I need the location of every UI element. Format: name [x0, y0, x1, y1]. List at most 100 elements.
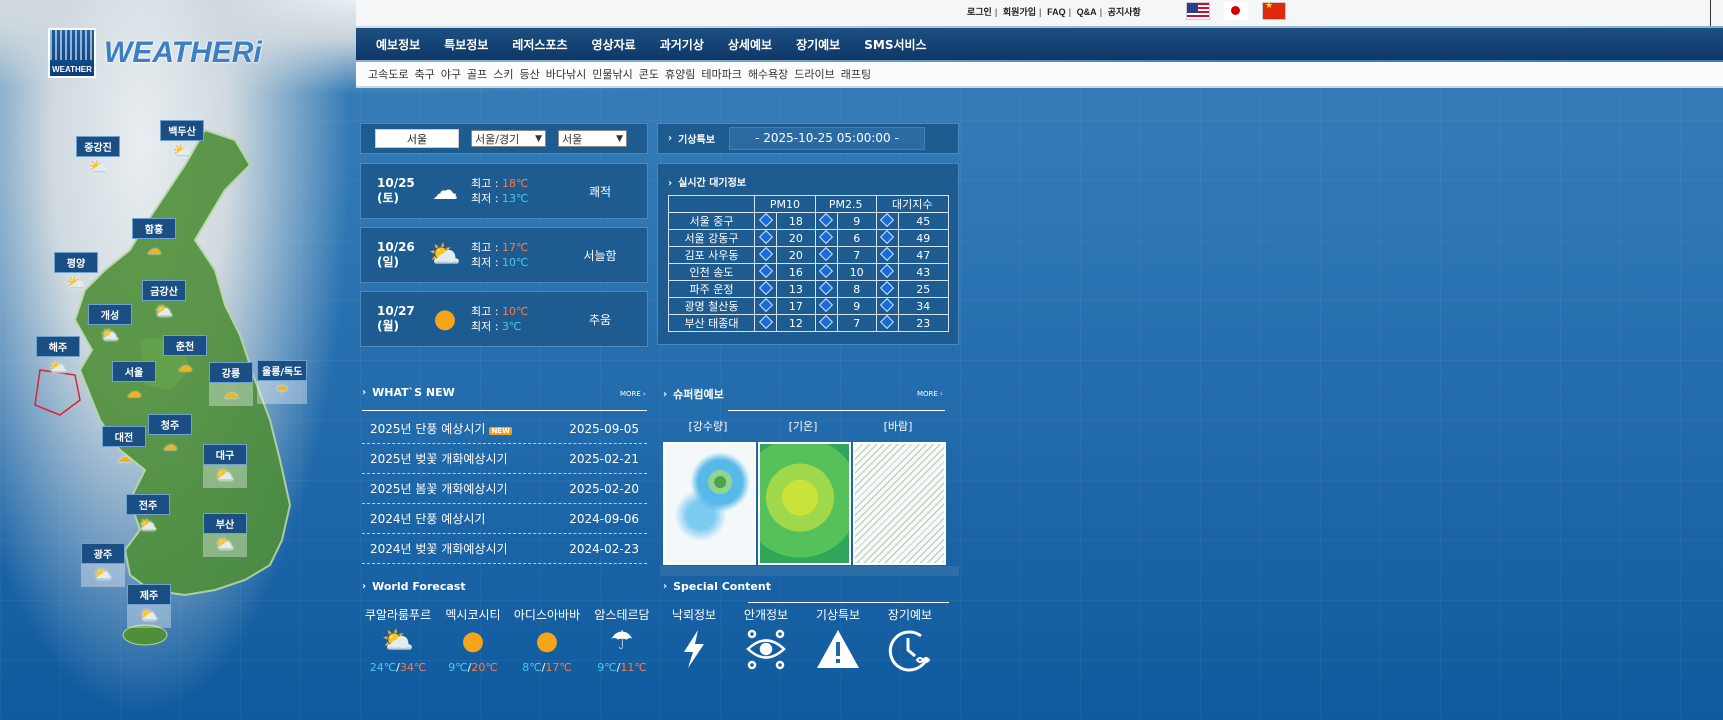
weather-alert-bar[interactable]: › 기상특보 - 2025-10-25 05:00:00 - — [657, 123, 959, 154]
world-city-name[interactable]: 아디스아바바 — [510, 606, 584, 623]
forecast-day-card[interactable]: 10/26 (일) ⛅ 최고 : 17℃ 최저 : 10℃ 서늘함 — [360, 227, 648, 283]
nav-long-term-forecast[interactable]: 장기예보 — [796, 36, 840, 53]
fog-info-label[interactable]: 안개정보 — [731, 606, 801, 623]
region-busan[interactable]: 부산 ⛅ — [203, 513, 247, 557]
divider — [748, 602, 949, 603]
login-link[interactable]: 로그인 — [964, 7, 995, 17]
us-flag-icon[interactable] — [1186, 2, 1210, 20]
air-status-icon — [758, 297, 773, 312]
forecast-date: 10/27 (월) — [377, 304, 415, 333]
list-item[interactable]: 2024년 벚꽃 개화예상시기 2024-02-23 — [362, 534, 647, 564]
region-jeju[interactable]: 제주 ⛅ — [127, 584, 171, 628]
china-flag-icon[interactable] — [1262, 2, 1286, 20]
site-logo[interactable]: WEATHER WEATHERi — [48, 28, 262, 78]
region-chuncheon[interactable]: 춘천 ☁ — [163, 335, 207, 375]
subnav-baseball[interactable]: 야구 — [441, 66, 461, 82]
region-junggangjin[interactable]: 중강진 ⛅ — [76, 136, 120, 176]
qna-link[interactable]: Q&A — [1074, 7, 1100, 17]
lightning-icon[interactable] — [659, 628, 729, 674]
nav-imagery[interactable]: 영상자료 — [592, 36, 636, 53]
table-row[interactable]: 서울 강동구 20 6 49 — [668, 229, 950, 247]
signup-link[interactable]: 회원가입 — [1000, 7, 1039, 17]
region-gangneung[interactable]: 강릉 ☁ — [209, 362, 253, 406]
world-city-name[interactable]: 멕시코시티 — [436, 606, 510, 623]
subnav-theme-park[interactable]: 테마파크 — [701, 66, 741, 82]
wind-map[interactable] — [853, 442, 946, 565]
list-item[interactable]: 2024년 단풍 예상시기 2024-09-06 — [362, 504, 647, 534]
nav-sms-service[interactable]: SMS서비스 — [864, 36, 926, 53]
air-status-icon — [880, 246, 895, 261]
region-cheongju[interactable]: 청주 ☁ — [148, 414, 192, 454]
table-row[interactable]: 부산 태종대 12 7 23 — [668, 314, 950, 332]
lightning-info-label[interactable]: 낙뢰정보 — [659, 606, 729, 623]
nav-past-weather[interactable]: 과거기상 — [660, 36, 704, 53]
subnav-drive[interactable]: 드라이브 — [794, 66, 834, 82]
table-row[interactable]: 광명 철산동 17 9 34 — [668, 297, 950, 315]
nav-leisure-sports[interactable]: 레저스포츠 — [512, 36, 567, 53]
subnav-sea-fishing[interactable]: 바다낚시 — [546, 66, 586, 82]
faq-link[interactable]: FAQ — [1044, 7, 1069, 17]
precipitation-map[interactable] — [663, 442, 756, 565]
long-term-forecast-label[interactable]: 장기예보 — [875, 606, 945, 623]
subnav-recreation-forest[interactable]: 휴양림 — [665, 66, 695, 82]
forecast-day-card[interactable]: 10/27 (월) ● 최고 : 10℃ 최저 : 3℃ 추움 — [360, 291, 648, 347]
region-seoul[interactable]: 서울 ☁ — [112, 361, 156, 401]
city-select[interactable]: 서울 ▼ — [558, 130, 627, 147]
nav-forecast[interactable]: 예보정보 — [376, 36, 420, 53]
region-select[interactable]: 서울/경기 ▼ — [471, 130, 546, 147]
region-haeju[interactable]: 해주 ⛅ — [36, 336, 80, 376]
cloud-icon: ☁ — [146, 240, 162, 258]
supercomputer-more-link[interactable]: MORE › — [917, 390, 943, 398]
table-row[interactable]: 김포 사우동 20 7 47 — [668, 246, 950, 264]
temperature-map[interactable] — [758, 442, 851, 565]
air-status-icon — [819, 246, 834, 261]
special-content-heading: › Special Content — [663, 580, 771, 593]
list-item[interactable]: 2025년 단풍 예상시기 NEW 2025-09-05 — [362, 414, 647, 444]
fog-eye-icon[interactable] — [731, 628, 801, 674]
subnav-soccer[interactable]: 축구 — [414, 66, 434, 82]
world-city-temps: 8℃/17℃ — [522, 661, 572, 674]
air-quality-title: › 실시간 대기정보 — [668, 178, 747, 189]
forecast-description: 서늘함 — [583, 248, 617, 263]
table-row[interactable]: 서울 중구 18 9 45 — [668, 212, 950, 230]
clock-infinity-icon[interactable] — [875, 628, 945, 676]
subnav-freshwater-fishing[interactable]: 민물낚시 — [592, 66, 632, 82]
region-baekdusan[interactable]: 백두산 ⛅ — [160, 120, 204, 160]
partly-cloudy-icon: ⛅ — [215, 535, 235, 553]
list-item[interactable]: 2025년 봄꽃 개화예상시기 2025-02-20 — [362, 474, 647, 504]
whats-new-more-link[interactable]: MORE › — [620, 390, 646, 398]
region-daejeon[interactable]: 대전 ☁ — [102, 426, 146, 466]
subnav-rafting[interactable]: 래프팅 — [841, 66, 871, 82]
region-ulleung-dokdo[interactable]: 울릉/독도 ☂ — [257, 360, 308, 404]
subnav-hiking[interactable]: 등산 — [519, 66, 539, 82]
region-geumgangsan[interactable]: 금강산 ⛅ — [142, 280, 186, 320]
region-gwangju[interactable]: 광주 ⛅ — [81, 543, 125, 587]
nav-detailed-forecast[interactable]: 상세예보 — [728, 36, 772, 53]
region-hamheung[interactable]: 함흥 ☁ — [132, 218, 176, 258]
subnav-beach[interactable]: 해수욕장 — [748, 66, 788, 82]
city-button[interactable]: 서울 — [375, 129, 459, 148]
divider — [660, 566, 959, 576]
subnav-condo[interactable]: 콘도 — [639, 66, 659, 82]
region-daegu[interactable]: 대구 ⛅ — [203, 444, 247, 488]
world-city-temps: 9℃/20℃ — [448, 661, 498, 674]
alert-label: 기상특보 — [678, 135, 715, 146]
table-row[interactable]: 파주 운정 13 8 25 — [668, 280, 950, 298]
weather-warning-label[interactable]: 기상특보 — [803, 606, 873, 623]
world-city-name[interactable]: 암스테르담 — [585, 606, 659, 623]
korea-map-area: WEATHER WEATHERi 백두산 ⛅ 중강진 ⛅ 함흥 ☁ 평양 ⛅ 금강산 ⛅ … — [0, 0, 352, 720]
japan-flag-icon[interactable] — [1224, 2, 1248, 20]
subnav-ski[interactable]: 스키 — [493, 66, 513, 82]
warning-icon[interactable] — [803, 628, 873, 674]
notice-link[interactable]: 공지사항 — [1105, 7, 1144, 17]
forecast-day-card[interactable]: 10/25 (토) ☁ 최고 : 18℃ 최저 : 13℃ 쾌적 — [360, 163, 648, 219]
subnav-highway[interactable]: 고속도로 — [368, 66, 408, 82]
table-row[interactable]: 인천 송도 16 10 43 — [668, 263, 950, 281]
list-item[interactable]: 2025년 벚꽃 개화예상시기 2025-02-21 — [362, 444, 647, 474]
world-city-name[interactable]: 쿠알라룸푸르 — [361, 606, 435, 623]
region-jeonju[interactable]: 전주 ⛅ — [126, 494, 170, 534]
nav-warnings[interactable]: 특보정보 — [444, 36, 488, 53]
region-pyongyang[interactable]: 평양 ⛅ — [54, 252, 98, 292]
subnav-golf[interactable]: 골프 — [467, 66, 487, 82]
region-gaeseong[interactable]: 개성 ⛅ — [88, 304, 132, 344]
